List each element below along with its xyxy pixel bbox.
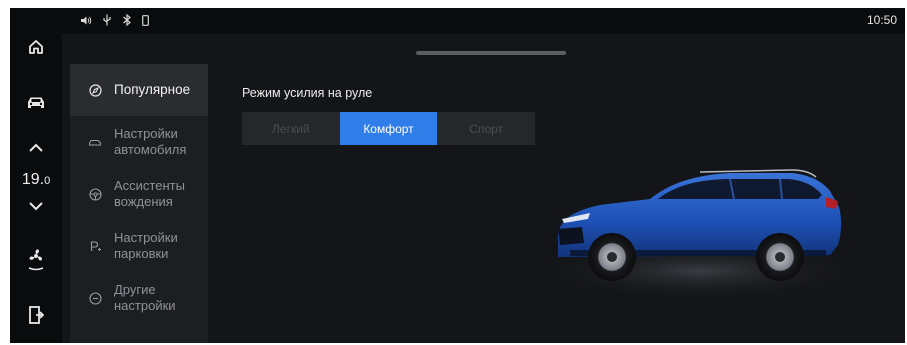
compass-icon	[88, 83, 102, 97]
more-icon	[88, 291, 102, 305]
temperature-readout: 19.0	[10, 171, 62, 189]
phone-icon	[142, 14, 149, 29]
volume-icon	[80, 15, 92, 29]
menu-item-popular[interactable]: Популярное	[70, 64, 208, 116]
bluetooth-icon	[122, 13, 132, 29]
temperature-decimal: 0	[44, 175, 51, 187]
menu-item-label: Настройки автомобиля	[114, 126, 187, 157]
door-exit-icon[interactable]	[10, 304, 62, 326]
usb-icon	[102, 14, 112, 29]
steering-option-comfort[interactable]: Комфорт	[339, 112, 438, 145]
parking-icon	[88, 239, 102, 253]
car-outline-icon	[88, 135, 102, 149]
infotainment-screen: 19.0 10:50 Популярное Настройки автомоби…	[10, 8, 905, 343]
menu-item-other-settings[interactable]: Другие настройки	[70, 272, 208, 324]
drawer-handle[interactable]	[416, 51, 566, 55]
fan-icon[interactable]	[10, 246, 62, 272]
settings-menu: Популярное Настройки автомобиля Ассистен…	[70, 64, 208, 343]
clock: 10:50	[866, 13, 897, 27]
menu-item-label: Популярное	[114, 82, 191, 97]
car-icon[interactable]	[10, 92, 62, 114]
chevron-down-icon[interactable]	[10, 198, 62, 214]
menu-item-label: Настройки парковки	[114, 230, 178, 261]
status-icons	[80, 13, 149, 29]
steering-option-sport[interactable]: Спорт	[437, 112, 535, 145]
steering-wheel-icon	[88, 187, 102, 201]
menu-item-car-settings[interactable]: Настройки автомобиля	[70, 116, 208, 168]
steering-mode-selector: Легкий Комфорт Спорт	[242, 112, 535, 145]
menu-item-label: Ассистенты вождения	[114, 178, 185, 209]
temperature-main: 19.	[21, 171, 45, 188]
menu-item-parking-settings[interactable]: Настройки парковки	[70, 220, 208, 272]
home-icon[interactable]	[10, 36, 62, 58]
menu-item-label: Другие настройки	[114, 282, 176, 313]
car-image	[530, 169, 860, 301]
steering-mode-title: Режим усилия на руле	[242, 86, 373, 100]
steering-option-light[interactable]: Легкий	[242, 112, 340, 145]
chevron-up-icon[interactable]	[10, 140, 62, 156]
status-bar: 10:50	[62, 8, 905, 34]
left-rail: 19.0	[10, 8, 62, 343]
menu-item-driving-assistants[interactable]: Ассистенты вождения	[70, 168, 208, 220]
